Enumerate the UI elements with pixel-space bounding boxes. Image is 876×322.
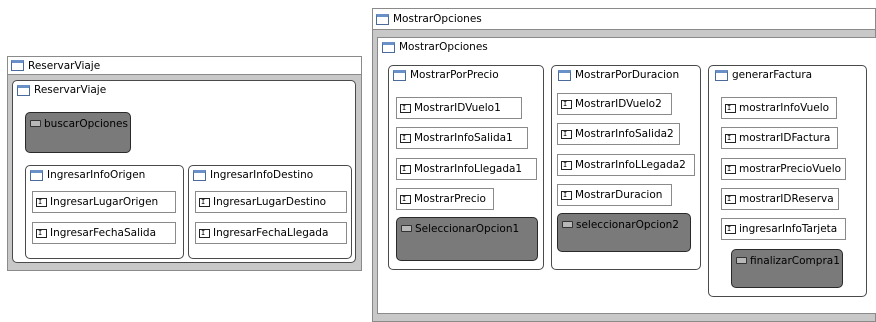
panel-title: IngresarInfoDestino <box>193 169 313 181</box>
mostrar-info-llegada2-field[interactable]: I MostrarInfoLLegada2 <box>557 154 695 176</box>
mostrar-info-salida1-field[interactable]: I MostrarInfoSalida1 <box>396 127 528 149</box>
mostrar-id-reserva-field[interactable]: I mostrarIDReserva <box>721 188 839 210</box>
text-field-icon: I <box>199 197 210 207</box>
reservar-viaje-titlebar[interactable]: ReservarViaje <box>8 57 361 75</box>
mostrar-info-salida2-field[interactable]: I MostrarInfoSalida2 <box>557 123 680 145</box>
ingresar-info-tarjeta-field[interactable]: I ingresarInfoTarjeta <box>721 218 846 240</box>
ingresar-info-origen-panel: IngresarInfoOrigen I IngresarLugarOrigen… <box>25 165 184 259</box>
window-icon <box>382 41 395 53</box>
button-icon <box>562 221 573 228</box>
window-icon <box>715 69 728 81</box>
mostrar-precio-vuelo-field[interactable]: I mostrarPrecioVuelo <box>721 158 846 180</box>
finalizar-compra1-button[interactable]: finalizarCompra1 <box>731 249 843 288</box>
panel-title: MostrarPorDuracion <box>558 69 679 81</box>
mostrar-id-factura-field[interactable]: I mostrarIDFactura <box>721 127 838 149</box>
text-field-icon: I <box>36 197 47 207</box>
button-icon <box>30 120 41 127</box>
window-icon <box>558 69 571 81</box>
ingresar-lugar-destino-field[interactable]: I IngresarLugarDestino <box>195 191 347 213</box>
ingresar-lugar-origen-field[interactable]: I IngresarLugarOrigen <box>32 191 176 213</box>
panel-title: IngresarInfoOrigen <box>30 169 145 181</box>
ingresar-fecha-salida-field[interactable]: I IngresarFechaSalida <box>32 222 176 244</box>
text-field-icon: I <box>561 190 572 200</box>
window-icon <box>17 84 30 96</box>
seleccionar-opcion1-button[interactable]: SeleccionarOpcion1 <box>396 217 538 261</box>
seleccionar-opcion2-button[interactable]: seleccionarOpcion2 <box>557 213 691 252</box>
mostrar-por-duracion-panel: MostrarPorDuracion I MostrarIDVuelo2 I M… <box>551 65 701 270</box>
mostrar-id-vuelo1-field[interactable]: I MostrarIDVuelo1 <box>396 97 522 119</box>
text-field-icon: I <box>561 160 572 170</box>
window-icon <box>30 169 43 181</box>
mostrar-info-vuelo-field[interactable]: I mostrarInfoVuelo <box>721 97 837 119</box>
ingresar-info-destino-panel: IngresarInfoDestino I IngresarLugarDesti… <box>188 165 352 259</box>
reservar-viaje-window: ReservarViaje ReservarViaje buscarOpcion… <box>7 56 362 271</box>
mostrar-precio-field[interactable]: I MostrarPrecio <box>396 188 494 210</box>
mostrar-duracion-field[interactable]: I MostrarDuracion <box>557 184 672 206</box>
window-icon <box>193 169 206 181</box>
window-icon <box>11 60 24 71</box>
text-field-icon: I <box>561 99 572 109</box>
text-field-icon: I <box>400 103 411 113</box>
ingresar-fecha-llegada-field[interactable]: I IngresarFechaLlegada <box>195 222 347 244</box>
reservar-viaje-panel: ReservarViaje buscarOpciones IngresarInf… <box>12 80 356 263</box>
window-icon <box>376 13 389 25</box>
generar-factura-panel: generarFactura I mostrarInfoVuelo I most… <box>708 65 867 297</box>
window-title: MostrarOpciones <box>393 13 482 25</box>
buscar-opciones-button[interactable]: buscarOpciones <box>25 112 131 153</box>
mostrar-opciones-window: MostrarOpciones MostrarOpciones MostrarP… <box>372 8 876 322</box>
text-field-icon: I <box>725 224 736 234</box>
text-field-icon: I <box>400 164 411 174</box>
mostrar-por-precio-panel: MostrarPorPrecio I MostrarIDVuelo1 I Mos… <box>388 65 544 270</box>
mostrar-id-vuelo2-field[interactable]: I MostrarIDVuelo2 <box>557 93 672 115</box>
button-icon <box>401 225 412 232</box>
button-icon <box>736 257 747 264</box>
text-field-icon: I <box>725 164 736 174</box>
text-field-icon: I <box>725 133 736 143</box>
mostrar-opciones-panel: MostrarOpciones MostrarPorPrecio I Mostr… <box>377 37 876 314</box>
mostrar-opciones-titlebar[interactable]: MostrarOpciones <box>373 9 875 30</box>
text-field-icon: I <box>199 228 210 238</box>
text-field-icon: I <box>561 129 572 139</box>
panel-title: ReservarViaje <box>17 84 106 96</box>
text-field-icon: I <box>400 194 411 204</box>
text-field-icon: I <box>36 228 47 238</box>
window-title: ReservarViaje <box>28 59 101 72</box>
window-icon <box>393 69 406 81</box>
text-field-icon: I <box>725 103 736 113</box>
panel-title: generarFactura <box>715 69 812 81</box>
text-field-icon: I <box>725 194 736 204</box>
panel-title: MostrarOpciones <box>382 41 488 53</box>
mostrar-info-llegada1-field[interactable]: I MostrarInfoLlegada1 <box>396 158 537 180</box>
panel-title: MostrarPorPrecio <box>393 69 499 81</box>
text-field-icon: I <box>400 133 411 143</box>
